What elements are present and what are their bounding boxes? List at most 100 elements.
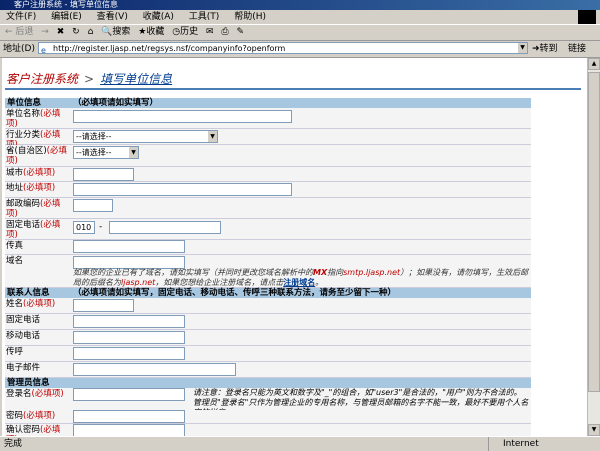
fax-input[interactable] [73, 240, 185, 253]
row-postcode: 邮政编码(必填项) [5, 198, 531, 219]
address-input[interactable]: e http://register.ljasp.net/regsys.nsf/c… [38, 42, 528, 54]
favorites-button[interactable]: ★收藏 [138, 25, 164, 40]
go-button[interactable]: ➜转到 [532, 41, 558, 57]
menu-bar: 文件(F) 编辑(E) 查看(V) 收藏(A) 工具(T) 帮助(H) [0, 10, 600, 25]
search-label: 搜索 [112, 27, 131, 37]
status-zone: Internet [488, 437, 539, 451]
chevron-down-icon: ▼ [129, 147, 138, 158]
address-label: 地址(D) [3, 44, 35, 54]
register-domain-link[interactable]: 注册域名 [283, 278, 315, 287]
label-password: 密码(必填项) [6, 411, 56, 421]
row-pager: 传呼 [5, 346, 531, 362]
status-bar: 完成 Internet [0, 436, 600, 451]
domain-note: 如果您的企业已有了域名，请如实填写（并同时更改您域名解析中的MX指向smtp.l… [73, 268, 529, 287]
menu-favorites[interactable]: 收藏(A) [137, 10, 180, 24]
postcode-input[interactable] [73, 199, 113, 212]
row-province: 省(自治区)(必填项) --请选择-- ▼ [5, 145, 531, 167]
history-button[interactable]: ◷历史 [172, 25, 198, 40]
province-select[interactable]: --请选择-- ▼ [73, 146, 139, 159]
mail-icon[interactable]: ✉ [206, 25, 214, 40]
row-mobile: 移动电话 [5, 330, 531, 346]
back-button[interactable]: ← 后退 [5, 25, 33, 40]
login-input[interactable] [73, 388, 185, 401]
forward-icon[interactable]: → [41, 25, 49, 40]
row-industry: 行业分类(必填项) --请选择--▼ [5, 129, 531, 150]
address-dropdown-icon[interactable]: ▼ [518, 43, 527, 53]
row-company-name: 单位名称(必填项) [5, 108, 531, 129]
row-contact-phone: 固定电话 [5, 314, 531, 330]
browser-logo-icon [578, 10, 596, 24]
refresh-icon[interactable]: ↻ [72, 25, 80, 40]
menu-help[interactable]: 帮助(H) [228, 10, 272, 24]
contact-phone-input[interactable] [73, 315, 185, 328]
page-content: 客户注册系统 > 填写单位信息 单位信息 （必填项请如实填写） 单位名称(必填项) … [2, 58, 587, 436]
row-confirm: 确认密码(必填项) [5, 424, 531, 436]
contact-name-input[interactable] [73, 299, 134, 312]
label-address: 地址(必填项) [6, 183, 56, 193]
chevron-down-icon: ▼ [208, 131, 217, 142]
row-fax: 传真 [5, 240, 531, 255]
row-login: 登录名(必填项) 请注意：登录名只能为英文和数字及"_"的组合，如"user3"… [5, 388, 531, 417]
label-contact-name: 姓名(必填项) [6, 299, 56, 309]
section-company-title: 单位信息 [7, 98, 42, 108]
phone-number-input[interactable] [109, 221, 221, 234]
menu-view[interactable]: 查看(V) [91, 10, 134, 24]
window-title: 客户注册系统 - 填写单位信息 [14, 0, 118, 9]
company-name-input[interactable] [73, 110, 292, 123]
label-email: 电子邮件 [6, 363, 41, 373]
breadcrumb-root[interactable]: 客户注册系统 [6, 72, 78, 86]
row-contact-name: 姓名(必填项) [5, 298, 531, 314]
breadcrumb-current[interactable]: 填写单位信息 [100, 72, 172, 86]
menu-edit[interactable]: 编辑(E) [45, 10, 88, 24]
vertical-scrollbar[interactable]: ▲ ▼ [587, 58, 600, 436]
section-company: 单位信息 （必填项请如实填写） [5, 98, 531, 108]
mobile-input[interactable] [73, 331, 185, 344]
history-label: 历史 [180, 27, 199, 37]
page-icon: e [41, 46, 46, 54]
print-icon[interactable]: ⎙ [221, 25, 228, 40]
phone-area-input[interactable]: 010 [73, 221, 95, 234]
home-icon[interactable]: ⌂ [88, 25, 94, 40]
menu-file[interactable]: 文件(F) [0, 10, 42, 24]
row-phone: 固定电话(必填项) 010 - [5, 219, 531, 240]
row-password: 密码(必填项) [5, 410, 531, 424]
edit-icon[interactable]: ✎ [236, 25, 244, 40]
label-province: 省(自治区)(必填项) [6, 146, 67, 166]
label-city: 城市(必填项) [6, 168, 56, 178]
status-text: 完成 [4, 439, 23, 449]
label-phone: 固定电话(必填项) [6, 220, 61, 240]
email-input[interactable] [73, 363, 236, 376]
label-mobile: 移动电话 [6, 331, 41, 341]
city-input[interactable] [73, 168, 134, 181]
pager-input[interactable] [73, 347, 185, 360]
favorites-label: 收藏 [146, 27, 165, 37]
section-admin-title: 管理员信息 [7, 378, 50, 388]
address-field-input[interactable] [73, 183, 292, 196]
industry-select[interactable]: --请选择-- ▼ [73, 130, 218, 143]
scroll-thumb[interactable] [588, 72, 600, 392]
section-admin: 管理员信息 [5, 378, 531, 388]
row-domain: 域名 如果您的企业已有了域名，请如实填写（并同时更改您域名解析中的MX指向smt… [5, 255, 531, 288]
window-title-bar: 客户注册系统 - 填写单位信息 [0, 0, 600, 10]
label-domain: 域名 [6, 256, 24, 266]
search-button[interactable]: 🔍搜索 [101, 25, 130, 40]
label-confirm: 确认密码(必填项) [6, 425, 61, 436]
scroll-up-icon[interactable]: ▲ [588, 58, 600, 70]
scroll-down-icon[interactable]: ▼ [588, 424, 600, 436]
password-input[interactable] [73, 410, 185, 423]
go-label: 转到 [539, 44, 558, 54]
section-company-hint: （必填项请如实填写） [73, 98, 159, 108]
breadcrumb: 客户注册系统 > 填写单位信息 [6, 70, 172, 87]
row-address: 地址(必填项) [5, 182, 531, 198]
section-contact: 联系人信息 （必填项请如实填写，固定电话、移动电话、传呼三种联系方法，请务至少留… [5, 288, 531, 298]
section-contact-hint: （必填项请如实填写，固定电话、移动电话、传呼三种联系方法，请务至少留下一种） [73, 288, 397, 298]
menu-tools[interactable]: 工具(T) [183, 10, 226, 24]
label-contact-phone: 固定电话 [6, 315, 41, 325]
header-divider [5, 88, 581, 90]
links-button[interactable]: 链接 [568, 41, 586, 57]
phone-dash: - [99, 222, 103, 232]
stop-icon[interactable]: ✖ [57, 25, 65, 40]
toolbar: ← 后退 → ✖ ↻ ⌂ 🔍搜索 ★收藏 ◷历史 ✉ ⎙ ✎ [0, 25, 600, 41]
confirm-input[interactable] [73, 424, 185, 436]
label-fax: 传真 [6, 241, 24, 251]
